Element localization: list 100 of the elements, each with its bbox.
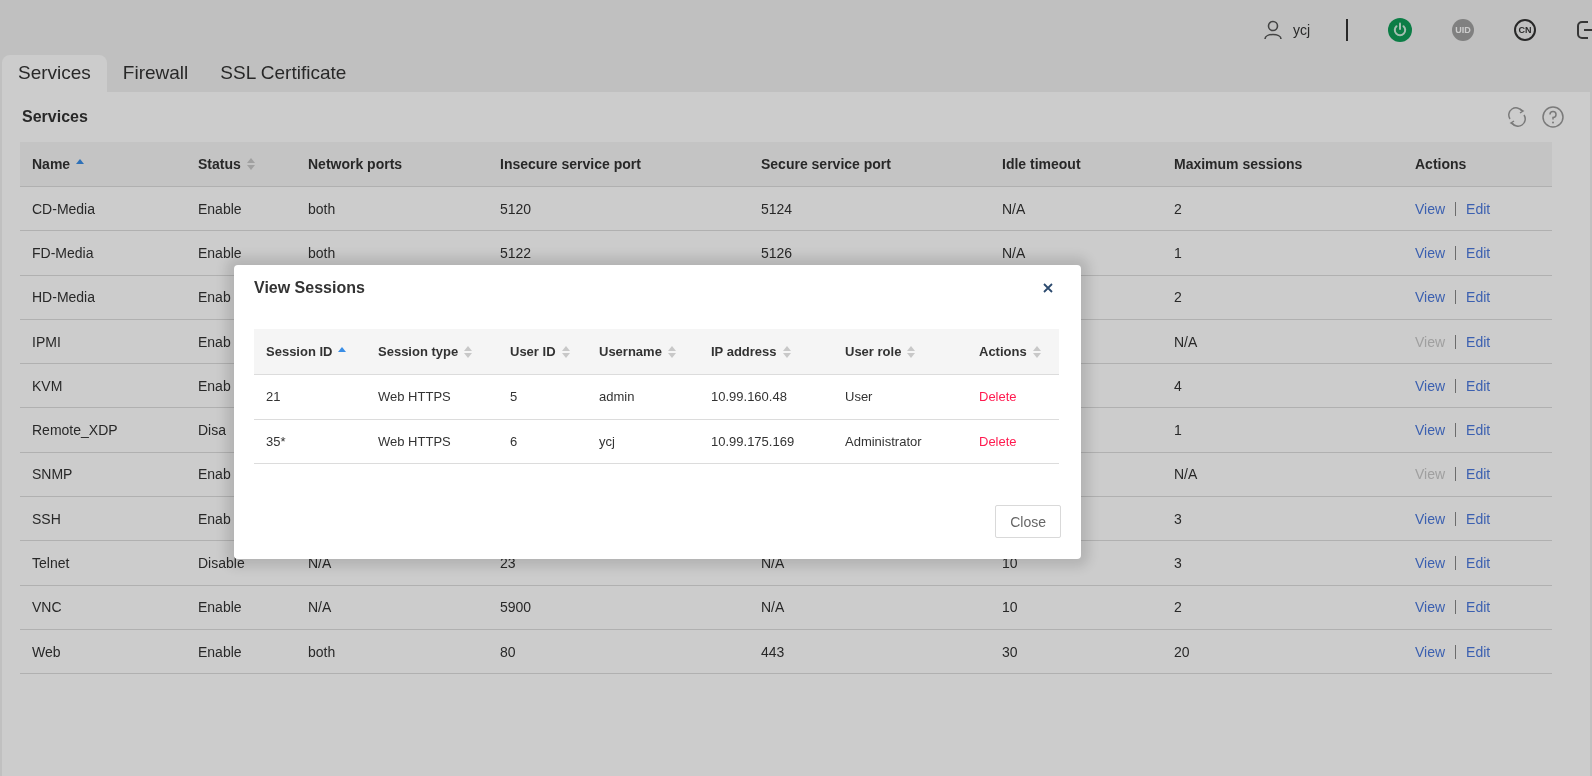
table-cell: SNMP (32, 466, 73, 483)
table-cell: Disable (198, 555, 245, 571)
column-header[interactable]: User role (845, 344, 902, 359)
uid-badge[interactable]: UID (1452, 19, 1474, 41)
column-header: Secure service port (761, 156, 891, 172)
action-link[interactable]: View (1415, 643, 1446, 660)
tab[interactable]: SSL Certificate (204, 55, 363, 92)
table-cell: 20 (1174, 643, 1190, 660)
column-header[interactable]: User ID (510, 344, 556, 359)
table-cell: N/A (308, 599, 332, 616)
action-link[interactable]: View (1415, 422, 1446, 439)
table-cell: Administrator (845, 433, 922, 449)
table-cell: both (308, 200, 336, 217)
table-cell: 10.99.160.48 (711, 389, 787, 405)
table-cell: N/A (1174, 466, 1198, 483)
table-cell: 3 (1174, 510, 1182, 527)
table-cell: 5900 (500, 599, 532, 616)
action-link[interactable]: Edit (1466, 510, 1491, 527)
table-cell: HD-Media (32, 289, 95, 306)
action-link[interactable]: View (1415, 555, 1446, 571)
action-link[interactable]: Edit (1466, 422, 1491, 439)
column-header[interactable]: Name (32, 156, 71, 172)
sort-icon[interactable] (667, 345, 676, 358)
table-cell: 2 (1174, 289, 1182, 306)
action-link[interactable]: Edit (1466, 244, 1491, 261)
logout-icon[interactable] (1576, 18, 1592, 42)
table-cell: Telnet (32, 555, 70, 571)
action-link[interactable]: Edit (1466, 466, 1491, 483)
table-cell: 1 (1174, 244, 1182, 261)
column-header[interactable]: Status (198, 156, 241, 172)
action-link[interactable]: Edit (1466, 377, 1491, 394)
close-icon[interactable] (1043, 283, 1053, 293)
column-header: Insecure service port (500, 156, 641, 172)
column-header[interactable]: Username (599, 344, 662, 359)
action-link[interactable]: Edit (1466, 200, 1491, 217)
action-link[interactable]: View (1415, 599, 1446, 616)
action-link[interactable]: View (1415, 510, 1446, 527)
column-header[interactable]: Actions (979, 344, 1027, 359)
action-link[interactable]: View (1415, 289, 1446, 306)
table-cell: both (308, 244, 336, 261)
table-cell: both (308, 643, 336, 660)
tab[interactable]: Services (2, 55, 107, 92)
language-badge[interactable]: CN (1514, 19, 1536, 41)
table-cell: ycj (599, 433, 615, 449)
table-cell: 5120 (500, 200, 532, 217)
sort-icon[interactable] (464, 345, 473, 358)
action-link[interactable]: View (1415, 200, 1446, 217)
table-cell: Web HTTPS (378, 433, 451, 449)
table-cell: 5 (510, 389, 518, 405)
table-cell: Enable (198, 643, 242, 660)
column-header[interactable]: IP address (711, 344, 777, 359)
table-cell: Enab (198, 510, 231, 527)
table-cell: N/A (1174, 333, 1198, 350)
sort-icon[interactable] (246, 158, 255, 170)
sort-ascending-icon[interactable] (76, 159, 85, 165)
table-cell: CD-Media (32, 200, 95, 217)
sort-icon[interactable] (782, 345, 791, 358)
help-icon[interactable] (1542, 106, 1564, 128)
sort-icon[interactable] (907, 345, 916, 358)
action-link[interactable]: Edit (1466, 333, 1491, 350)
table-cell: IPMI (32, 333, 61, 350)
table-cell: VNC (32, 599, 62, 616)
table-cell: SSH (32, 510, 61, 527)
dialog-title: View Sessions (254, 279, 365, 297)
table-cell: Disa (198, 422, 226, 439)
table-cell: 5126 (761, 244, 793, 261)
table-cell: 80 (500, 643, 516, 660)
close-button[interactable]: Close (995, 505, 1061, 538)
table-cell: 2 (1174, 200, 1182, 217)
sort-icon[interactable] (561, 345, 570, 358)
table-cell: N/A (761, 599, 785, 616)
action-link[interactable]: View (1415, 377, 1446, 394)
table-cell: Enab (198, 377, 231, 394)
table-cell: 30 (1002, 643, 1018, 660)
column-header[interactable]: Session ID (266, 344, 333, 359)
action-link[interactable]: View (1415, 244, 1446, 261)
action-link[interactable]: Edit (1466, 643, 1491, 660)
table-cell: 35* (266, 433, 286, 449)
table-cell: 3 (1174, 555, 1182, 571)
delete-link[interactable]: Delete (979, 389, 1017, 405)
table-cell: Web HTTPS (378, 389, 451, 405)
table-cell: 1 (1174, 422, 1182, 439)
table-cell: Enable (198, 200, 242, 217)
power-icon[interactable] (1388, 18, 1412, 42)
table-cell: Remote_XDP (32, 422, 118, 439)
action-link[interactable]: Edit (1466, 289, 1491, 306)
sort-icon[interactable] (1032, 345, 1041, 358)
username[interactable]: ycj (1292, 22, 1310, 38)
delete-link[interactable]: Delete (979, 433, 1017, 449)
user-icon (1262, 20, 1283, 40)
table-cell: Web (32, 643, 61, 660)
action-link[interactable]: Edit (1466, 555, 1491, 571)
table-cell: Enab (198, 289, 231, 306)
action-link[interactable]: Edit (1466, 599, 1491, 616)
tab[interactable]: Firewall (106, 55, 205, 92)
sort-ascending-icon[interactable] (338, 346, 347, 353)
panel-title: Services (22, 108, 89, 126)
table-cell: 10.99.175.169 (711, 433, 795, 449)
table-cell: 443 (761, 643, 785, 660)
refresh-icon[interactable] (1506, 106, 1528, 128)
